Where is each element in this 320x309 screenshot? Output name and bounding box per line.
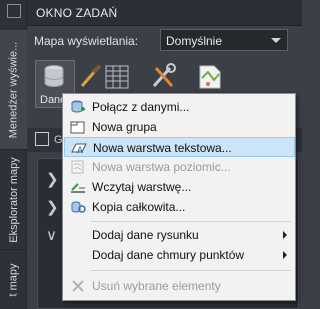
menu-item-label: Połącz z danymi... xyxy=(92,100,190,114)
chevron-down-icon xyxy=(271,38,281,43)
contour-layer-icon xyxy=(71,160,84,174)
full-copy-icon xyxy=(71,201,86,213)
menu-item-label: Nowa warstwa tekstowa... xyxy=(93,141,232,155)
menu-item-label: Nowa warstwa poziomic... xyxy=(92,160,231,174)
database-icon xyxy=(44,65,64,87)
tab-map-book-label: t mapy xyxy=(7,262,20,297)
menu-item-label: Dodaj dane chmury punktów xyxy=(92,248,245,262)
chevron-right-icon[interactable]: ❯ xyxy=(46,200,59,215)
text-layer-icon: A xyxy=(71,143,87,155)
delete-icon xyxy=(72,280,84,292)
vertical-tab-strip: Menedżer wyświe... Eksplorator mapy t ma… xyxy=(0,0,27,309)
menu-separator xyxy=(91,270,291,271)
svg-text:A: A xyxy=(77,145,83,155)
menu-item-new-text-layer[interactable]: A Nowa warstwa tekstowa... xyxy=(64,137,295,157)
menu-item-add-drawing-data[interactable]: Dodaj dane rysunku xyxy=(64,225,295,245)
pane-title: OKNO ZADAŃ xyxy=(36,6,118,20)
chevron-down-icon[interactable]: ∨ xyxy=(46,228,57,243)
menu-item-full-copy[interactable]: Kopia całkowita... xyxy=(64,197,295,217)
tab-map-explorer-label: Eksplorator mapy xyxy=(7,156,20,243)
tab-map-explorer[interactable]: Eksplorator mapy xyxy=(0,150,27,250)
submenu-arrow-icon xyxy=(283,231,287,239)
menu-item-new-group[interactable]: Nowa grupa xyxy=(64,117,295,137)
map-view-dropdown[interactable]: Domyślnie xyxy=(160,29,288,51)
tools-icon xyxy=(152,63,176,87)
menu-item-label: Kopia całkowita... xyxy=(92,200,186,214)
tab-map-book[interactable]: t mapy xyxy=(0,250,27,309)
menu-item-connect-data[interactable]: Połącz z danymi... xyxy=(64,97,295,117)
tab-display-manager-label: Menedżer wyświe... xyxy=(7,41,20,138)
context-menu: Połącz z danymi... Nowa grupa A Nowa war… xyxy=(62,93,296,301)
menu-item-label: Dodaj dane rysunku xyxy=(92,228,199,242)
pane-header: OKNO ZADAŃ xyxy=(27,0,302,26)
connect-data-icon xyxy=(71,100,85,113)
menu-item-add-point-cloud-data[interactable]: Dodaj dane chmury punktów xyxy=(64,245,295,265)
menu-item-label: Wczytaj warstwę... xyxy=(92,180,192,194)
group-icon[interactable] xyxy=(35,132,49,146)
menu-item-load-layer[interactable]: Wczytaj warstwę... xyxy=(64,177,295,197)
menu-separator xyxy=(91,221,291,222)
submenu-arrow-icon xyxy=(283,251,287,259)
chevron-right-icon[interactable]: ❯ xyxy=(46,172,59,187)
folder-icon xyxy=(70,121,85,134)
dock-grip-icon[interactable] xyxy=(7,4,21,18)
menu-item-label: Nowa grupa xyxy=(92,120,157,134)
tab-display-manager[interactable]: Menedżer wyświe... xyxy=(0,30,27,150)
menu-item-new-contour-layer[interactable]: Nowa warstwa poziomic... xyxy=(64,157,295,177)
menu-item-label: Usuń wybrane elementy xyxy=(92,279,221,293)
map-icon xyxy=(199,65,221,89)
load-layer-icon xyxy=(71,183,85,193)
map-view-value: Domyślnie xyxy=(166,34,223,48)
menu-item-delete-selected[interactable]: Usuń wybrane elementy xyxy=(64,276,295,296)
task-pane: Menedżer wyświe... Eksplorator mapy t ma… xyxy=(0,0,302,309)
map-view-label: Mapa wyświetlania: xyxy=(34,34,139,48)
table-icon xyxy=(105,65,129,89)
